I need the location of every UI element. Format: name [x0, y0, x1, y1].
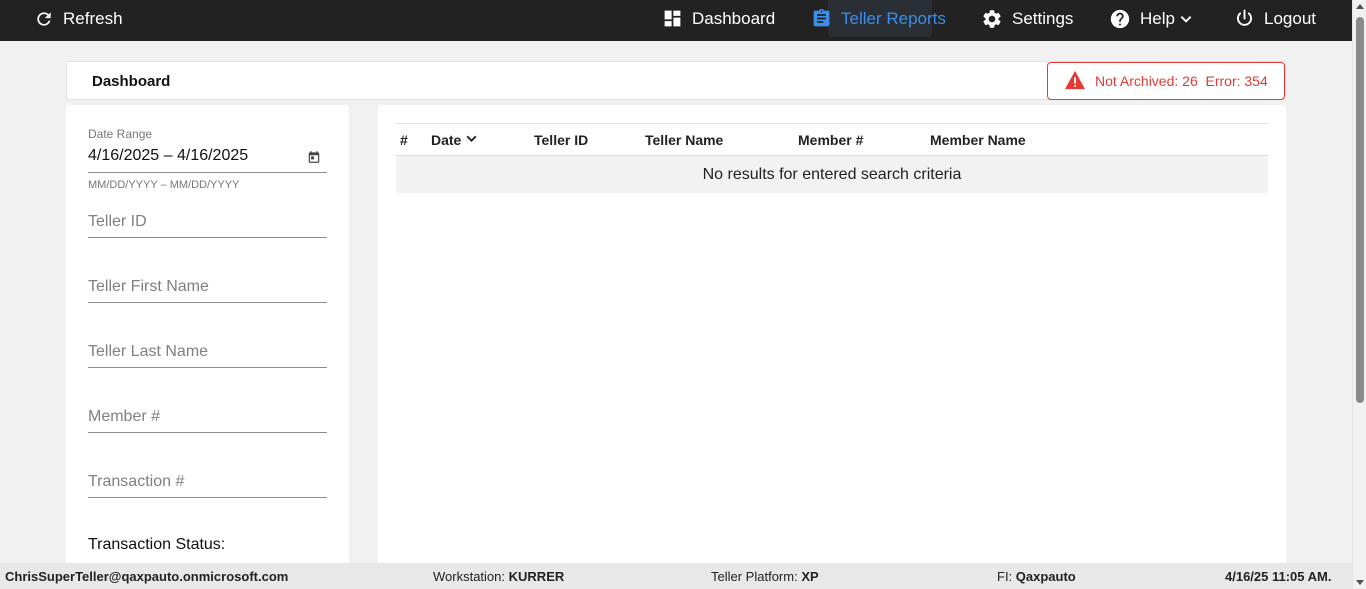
scroll-down-arrow-icon[interactable] [1356, 580, 1364, 585]
date-range-label: Date Range [88, 127, 153, 141]
column-header-number[interactable]: # [400, 132, 408, 148]
nav-teller-reports[interactable]: Teller Reports [811, 0, 946, 37]
footer-user: ChrisSuperTeller@qaxpauto.onmicrosoft.co… [5, 569, 289, 584]
nav-logout[interactable]: Logout [1234, 0, 1316, 37]
transaction-number-input[interactable]: Transaction # [88, 468, 327, 498]
page-header: Dashboard Not Archived: 26 Error: 354 [66, 61, 1286, 100]
nav-teller-reports-label: Teller Reports [841, 8, 946, 28]
scroll-up-arrow-icon[interactable] [1356, 4, 1364, 9]
power-icon [1234, 8, 1255, 29]
nav-settings[interactable]: Settings [981, 0, 1073, 37]
nav-dashboard[interactable]: Dashboard [662, 0, 775, 37]
archive-status-alert[interactable]: Not Archived: 26 Error: 354 [1047, 62, 1285, 100]
footer-workstation: Workstation: KURRER [433, 569, 564, 584]
teller-last-name-input[interactable]: Teller Last Name [88, 338, 327, 368]
nav-dashboard-label: Dashboard [692, 8, 776, 28]
filter-panel: Date Range 4/16/2025 – 4/16/2025 MM/DD/Y… [66, 105, 349, 565]
nav-settings-label: Settings [1012, 8, 1074, 28]
nav-help[interactable]: Help [1109, 0, 1193, 37]
refresh-icon [34, 9, 54, 29]
footer-platform-label: Teller Platform: [711, 569, 798, 584]
column-header-member-name[interactable]: Member Name [930, 132, 1026, 148]
clipboard-icon [811, 8, 832, 29]
chevron-down-icon [1179, 12, 1193, 26]
column-header-teller-name[interactable]: Teller Name [645, 132, 723, 148]
footer-datetime: 4/16/25 11:05 AM. [1225, 569, 1332, 584]
footer-fi-value: Qaxpauto [1015, 569, 1076, 584]
column-header-teller-id[interactable]: Teller ID [534, 132, 588, 148]
help-icon [1109, 8, 1131, 30]
member-number-placeholder: Member # [88, 408, 161, 425]
footer-fi: FI: Qaxpauto [997, 569, 1076, 584]
page-title: Dashboard [92, 73, 171, 90]
refresh-button[interactable]: Refresh [34, 0, 123, 37]
table-header: # Date Teller ID Teller Name Member # Me… [396, 123, 1268, 156]
dashboard-icon [662, 8, 683, 29]
vertical-scrollbar[interactable] [1352, 0, 1366, 589]
alert-text: Not Archived: 26 Error: 354 [1095, 73, 1268, 89]
footer-workstation-label: Workstation: [433, 569, 506, 584]
column-header-date-label: Date [431, 132, 462, 148]
results-panel: # Date Teller ID Teller Name Member # Me… [378, 105, 1286, 565]
footer-platform: Teller Platform: XP [711, 569, 819, 584]
warning-icon [1048, 70, 1095, 93]
teller-last-name-placeholder: Teller Last Name [88, 343, 209, 360]
refresh-label: Refresh [63, 8, 123, 28]
top-nav-bar: Refresh Dashboard Teller Reports Setting… [0, 0, 1352, 41]
nav-help-label: Help [1140, 8, 1175, 28]
date-range-value: 4/16/2025 – 4/16/2025 [88, 147, 249, 164]
teller-first-name-input[interactable]: Teller First Name [88, 273, 327, 303]
transaction-number-placeholder: Transaction # [88, 473, 185, 490]
member-number-input[interactable]: Member # [88, 403, 327, 433]
footer-platform-value: XP [801, 569, 819, 584]
column-header-member-number[interactable]: Member # [798, 132, 863, 148]
sort-desc-icon [461, 132, 478, 148]
teller-first-name-placeholder: Teller First Name [88, 278, 209, 295]
empty-results-message: No results for entered search criteria [396, 156, 1268, 193]
date-format-hint: MM/DD/YYYY – MM/DD/YYYY [88, 179, 240, 191]
gear-icon [981, 8, 1003, 30]
nav-logout-label: Logout [1264, 8, 1316, 28]
calendar-icon[interactable] [307, 150, 321, 169]
teller-id-placeholder: Teller ID [88, 213, 147, 230]
footer-workstation-value: KURRER [508, 569, 565, 584]
transaction-status-label: Transaction Status: [88, 536, 226, 553]
footer-fi-label: FI: [997, 569, 1013, 584]
scroll-thumb[interactable] [1356, 17, 1364, 403]
column-header-date[interactable]: Date [431, 132, 478, 148]
teller-id-input[interactable]: Teller ID [88, 208, 327, 238]
status-bar: ChrisSuperTeller@qaxpauto.onmicrosoft.co… [0, 563, 1352, 589]
